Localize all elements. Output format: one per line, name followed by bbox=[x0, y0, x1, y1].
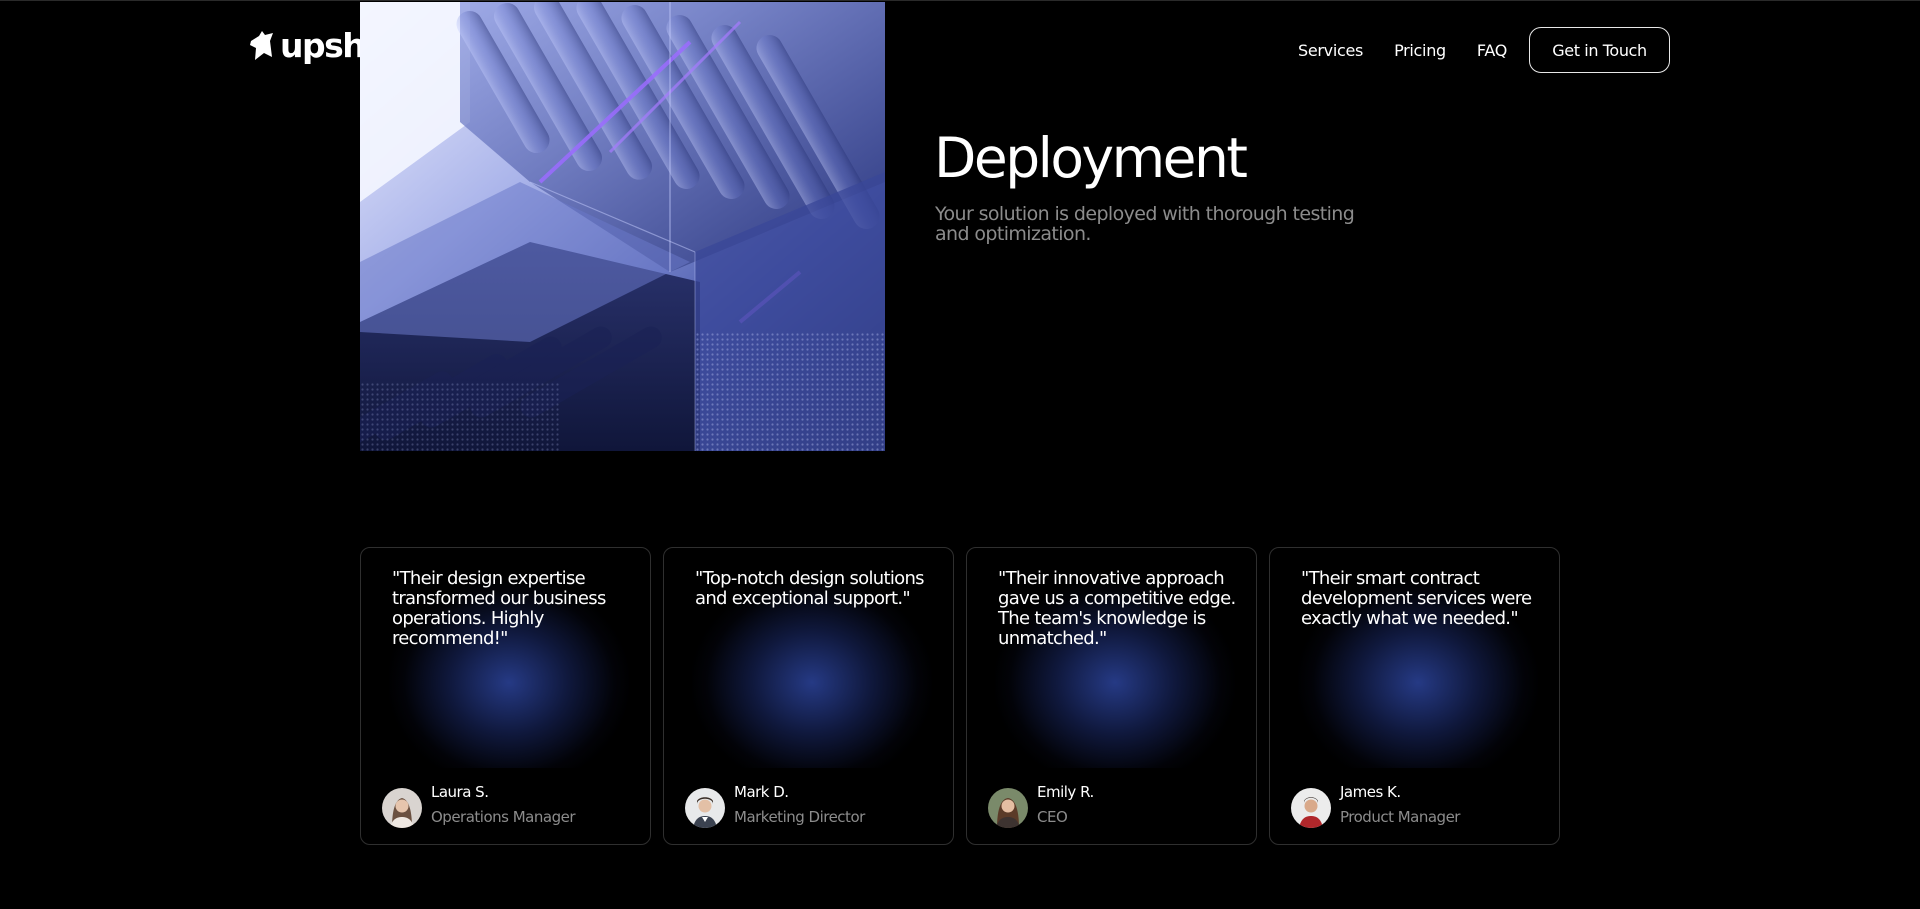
author-name: Emily R. bbox=[1037, 783, 1094, 801]
testimonial-author: Mark D. Marketing Director bbox=[685, 781, 865, 828]
testimonial-card: "Their innovative approach gave us a com… bbox=[966, 547, 1257, 845]
author-role: Product Manager bbox=[1340, 808, 1460, 826]
get-in-touch-button[interactable]: Get in Touch bbox=[1529, 27, 1670, 73]
testimonial-author: Laura S. Operations Manager bbox=[382, 781, 575, 828]
avatar bbox=[685, 788, 725, 828]
author-role: CEO bbox=[1037, 808, 1068, 826]
testimonial-author: James K. Product Manager bbox=[1291, 781, 1460, 828]
step-description: Your solution is deployed with thorough … bbox=[935, 203, 1355, 245]
testimonial-author: Emily R. CEO bbox=[988, 781, 1094, 828]
testimonials-row: "Their design expertise transformed our … bbox=[360, 547, 1560, 845]
testimonial-card: "Their smart contract development servic… bbox=[1269, 547, 1560, 845]
testimonial-quote: "Their smart contract development servic… bbox=[1301, 568, 1532, 629]
testimonial-quote: "Top-notch design solutions and exceptio… bbox=[695, 568, 925, 609]
nav-link-services[interactable]: Services bbox=[1298, 41, 1363, 60]
nav-link-faq[interactable]: FAQ bbox=[1477, 41, 1507, 60]
testimonial-quote: "Their design expertise transformed our … bbox=[392, 568, 606, 649]
author-role: Marketing Director bbox=[734, 808, 865, 826]
author-name: Laura S. bbox=[431, 783, 489, 801]
bird-logo-icon bbox=[250, 31, 273, 60]
testimonial-card: "Top-notch design solutions and exceptio… bbox=[663, 547, 954, 845]
avatar bbox=[382, 788, 422, 828]
author-name: Mark D. bbox=[734, 783, 789, 801]
page: upshi Services Pricing FAQ Get in Touch bbox=[0, 0, 1920, 909]
testimonial-quote: "Their innovative approach gave us a com… bbox=[998, 568, 1236, 649]
main-nav: Services Pricing FAQ Get in Touch bbox=[1298, 27, 1670, 73]
hero-image bbox=[360, 2, 885, 451]
author-name: James K. bbox=[1340, 783, 1401, 801]
author-role: Operations Manager bbox=[431, 808, 575, 826]
avatar bbox=[1291, 788, 1331, 828]
brand-logo[interactable]: upshi bbox=[249, 29, 376, 62]
avatar bbox=[988, 788, 1028, 828]
step-title: Deployment bbox=[934, 126, 1248, 190]
testimonial-card: "Their design expertise transformed our … bbox=[360, 547, 651, 845]
nav-link-pricing[interactable]: Pricing bbox=[1394, 41, 1446, 60]
